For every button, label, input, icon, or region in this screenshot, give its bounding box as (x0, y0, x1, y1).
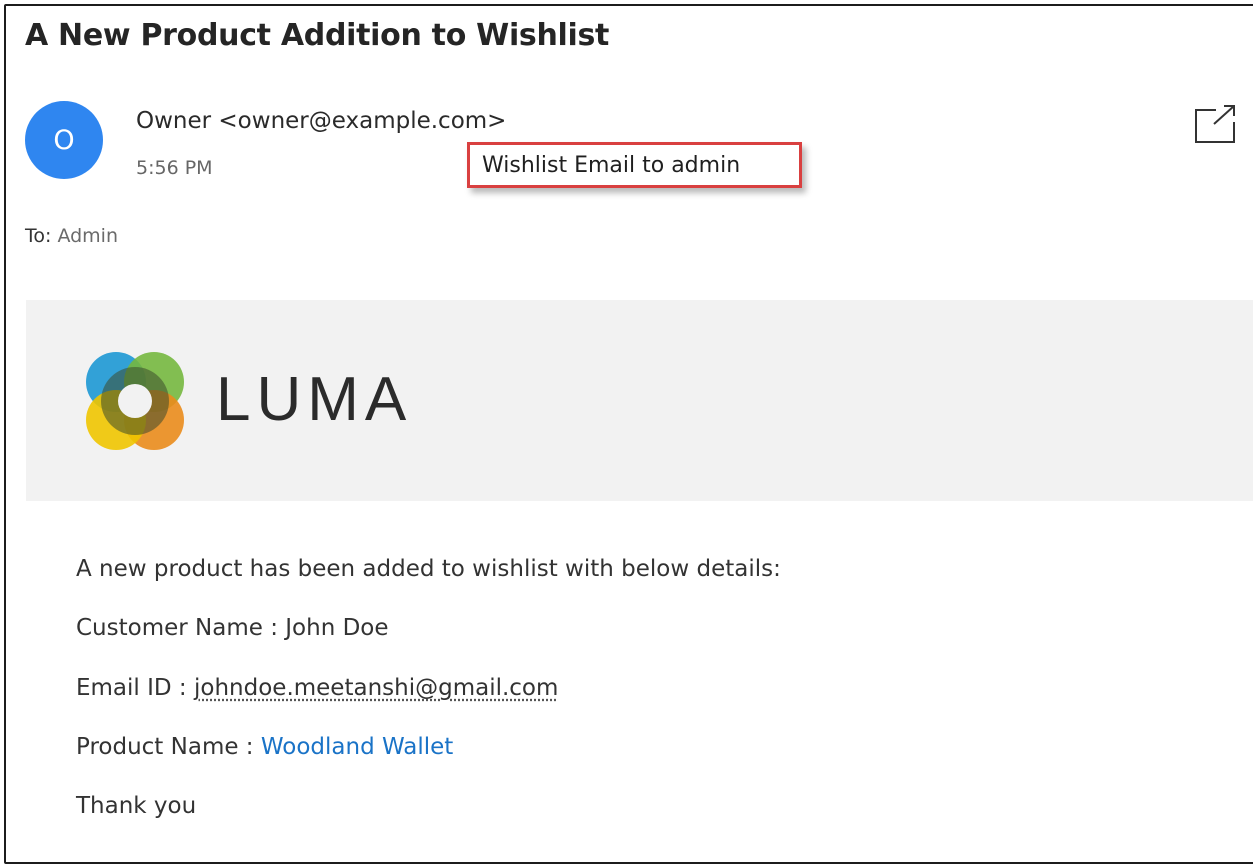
sender-avatar: O (25, 101, 103, 179)
customer-name-row: Customer Name : John Doe (76, 615, 389, 641)
annotation-text: Wishlist Email to admin (482, 152, 741, 178)
to-label: To: (25, 225, 52, 247)
luma-logo-banner: LUMA (26, 300, 1253, 501)
annotation-callout: Wishlist Email to admin (467, 142, 802, 188)
popout-icon[interactable] (1194, 104, 1238, 144)
product-name-link[interactable]: Woodland Wallet (261, 734, 453, 760)
product-name-row: Product Name : Woodland Wallet (76, 734, 453, 760)
luma-logo-icon (80, 346, 190, 456)
intro-text: A new product has been added to wishlist… (76, 556, 781, 582)
closing-text: Thank you (76, 793, 197, 819)
email-id-link[interactable]: johndoe.meetanshi@gmail.com (194, 675, 558, 701)
customer-name-value: John Doe (285, 615, 389, 641)
luma-logo-text: LUMA (216, 365, 413, 434)
email-id-label: Email ID : (76, 675, 194, 701)
to-recipient[interactable]: Admin (57, 225, 118, 247)
sender-name[interactable]: Owner <owner@example.com> (136, 108, 506, 134)
avatar-initial: O (53, 124, 75, 156)
recipient-line: To: Admin (25, 225, 118, 247)
product-name-label: Product Name : (76, 734, 261, 760)
email-id-row: Email ID : johndoe.meetanshi@gmail.com (76, 675, 558, 701)
customer-name-label: Customer Name : (76, 615, 286, 641)
sent-time: 5:56 PM (136, 157, 213, 179)
email-subject: A New Product Addition to Wishlist (25, 18, 610, 53)
